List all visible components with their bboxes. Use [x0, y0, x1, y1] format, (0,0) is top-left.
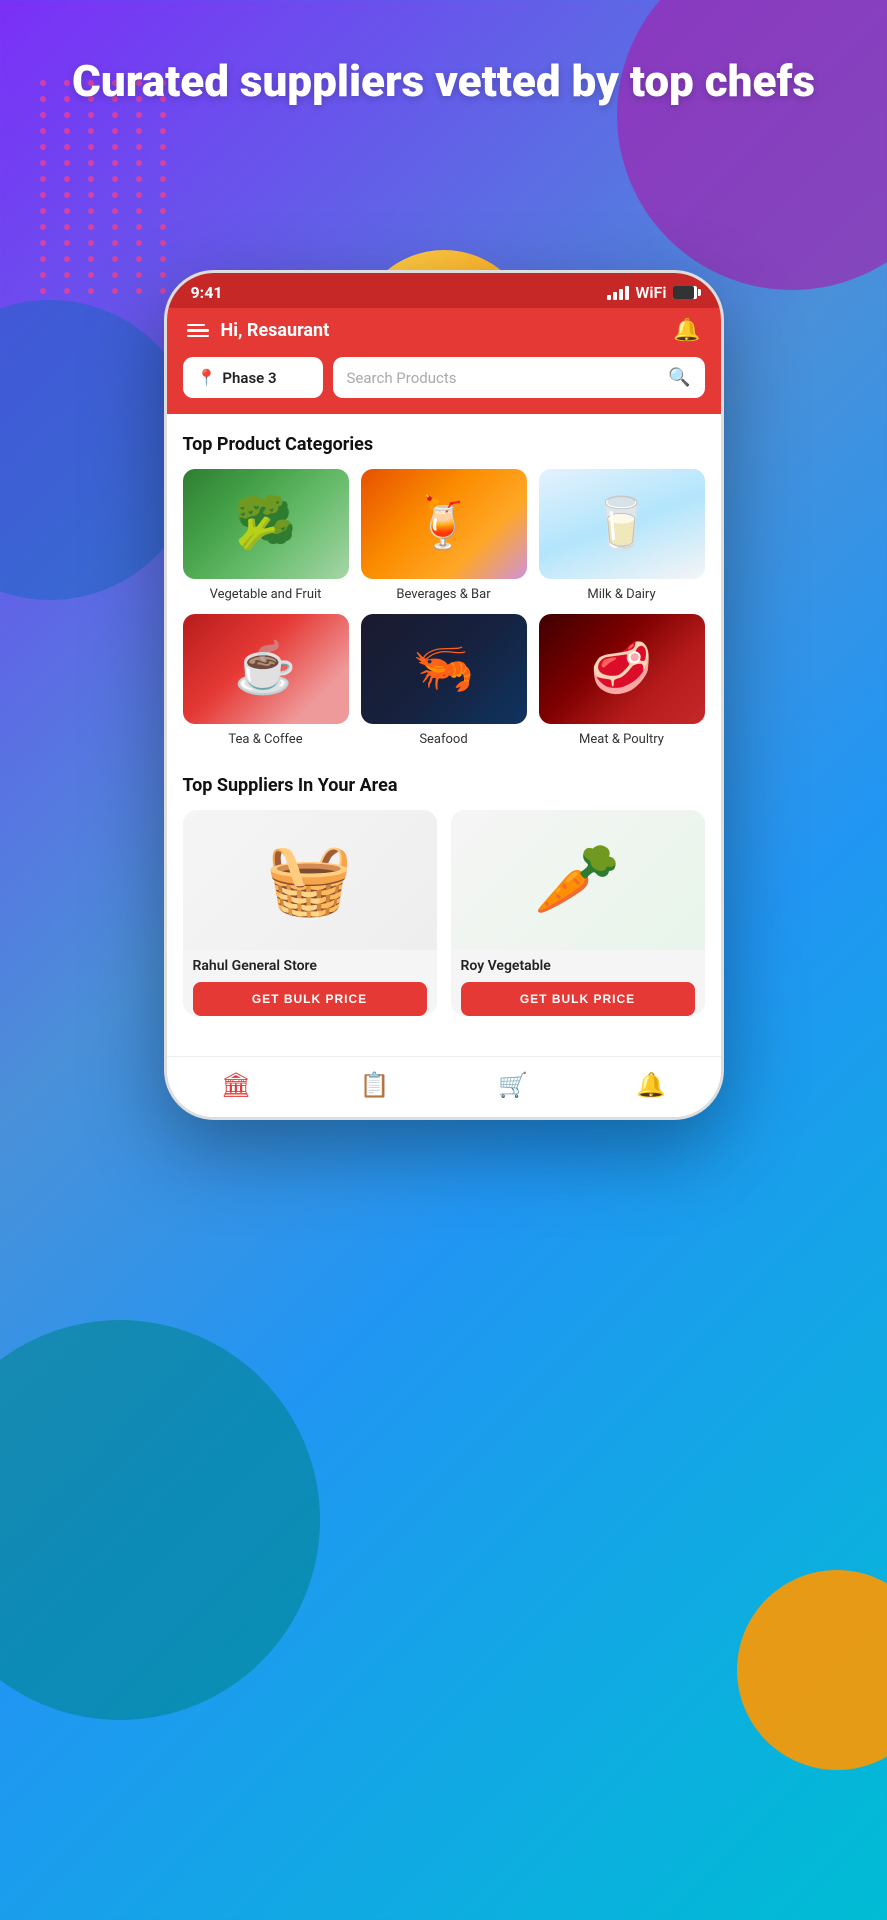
nav-item-profile[interactable]: 🔔 — [620, 1067, 682, 1103]
signal-bar-1 — [607, 295, 611, 300]
location-text: Phase 3 — [222, 369, 276, 387]
supplier-card-roy[interactable]: 🥕 Roy Vegetable GET BULK PRICE — [451, 810, 705, 1016]
headline-text: Curated suppliers vetted by top chefs — [0, 55, 887, 108]
profile-icon: 🔔 — [636, 1071, 666, 1099]
nav-item-home[interactable]: 🏛 — [205, 1067, 267, 1103]
category-img-meat: 🥩 — [539, 614, 705, 724]
suppliers-title: Top Suppliers In Your Area — [183, 775, 705, 796]
supplier-name-rahul: Rahul General Store — [193, 958, 427, 974]
suppliers-section: Top Suppliers In Your Area 🧺 Rahul Gener… — [183, 775, 705, 1016]
supplier-name-roy: Roy Vegetable — [461, 958, 695, 974]
bg-shape-orange — [737, 1570, 887, 1770]
app-header: Hi, Resaurant 🔔 — [167, 308, 721, 357]
pin-icon: 📍 — [197, 368, 217, 387]
signal-bar-4 — [625, 286, 629, 300]
nav-item-cart[interactable]: 🛒 — [482, 1067, 544, 1103]
ham-line-3 — [187, 335, 209, 338]
bulk-price-button-rahul[interactable]: GET BULK PRICE — [193, 982, 427, 1016]
bulk-price-button-roy[interactable]: GET BULK PRICE — [461, 982, 695, 1016]
phone: 9:41 WiFi — [164, 270, 724, 1120]
category-label-vegetables: Vegetable and Fruit — [210, 587, 322, 602]
category-label-meat: Meat & Poultry — [579, 732, 664, 747]
header-left: Hi, Resaurant — [187, 320, 330, 341]
battery-icon — [673, 286, 697, 299]
category-img-dairy: 🥛 — [539, 469, 705, 579]
header-greeting: Hi, Resaurant — [221, 320, 330, 341]
supplier-img-rahul: 🧺 — [183, 810, 437, 950]
wifi-icon: WiFi — [635, 283, 666, 302]
category-card-vegetables[interactable]: 🥦 Vegetable and Fruit — [183, 469, 349, 602]
bg-shape-purple — [617, 0, 887, 290]
status-icons: WiFi — [607, 283, 696, 302]
location-pill[interactable]: 📍 Phase 3 — [183, 357, 323, 398]
signal-bars — [607, 286, 629, 300]
main-content: Top Product Categories 🥦 Vegetable and F… — [167, 414, 721, 1056]
search-icon: 🔍 — [668, 367, 690, 388]
battery-fill — [673, 286, 695, 299]
headline: Curated suppliers vetted by top chefs — [0, 55, 887, 108]
search-placeholder-text: Search Products — [347, 369, 661, 387]
category-img-beverages: 🍹 — [361, 469, 527, 579]
category-img-vegetables: 🥦 — [183, 469, 349, 579]
bg-shape-teal — [0, 1320, 320, 1720]
status-bar: 9:41 WiFi — [167, 273, 721, 308]
bottom-nav: 🏛 📋 🛒 🔔 — [167, 1056, 721, 1117]
ham-line-2 — [187, 329, 209, 332]
status-time: 9:41 — [191, 283, 223, 302]
signal-bar-2 — [613, 292, 617, 300]
supplier-card-rahul[interactable]: 🧺 Rahul General Store GET BULK PRICE — [183, 810, 437, 1016]
hamburger-menu[interactable] — [187, 324, 209, 338]
search-bar[interactable]: Search Products 🔍 — [333, 357, 705, 398]
category-card-meat[interactable]: 🥩 Meat & Poultry — [539, 614, 705, 747]
signal-bar-3 — [619, 289, 623, 300]
orders-icon: 📋 — [360, 1071, 390, 1099]
category-card-dairy[interactable]: 🥛 Milk & Dairy — [539, 469, 705, 602]
home-icon: 🏛 — [221, 1071, 251, 1099]
category-label-beverages: Beverages & Bar — [396, 587, 490, 602]
category-img-seafood: 🦐 — [361, 614, 527, 724]
supplier-info-rahul: Rahul General Store GET BULK PRICE — [183, 950, 437, 1016]
category-card-beverages[interactable]: 🍹 Beverages & Bar — [361, 469, 527, 602]
category-label-seafood: Seafood — [419, 732, 467, 747]
categories-title: Top Product Categories — [183, 434, 705, 455]
nav-item-orders[interactable]: 📋 — [344, 1067, 406, 1103]
search-row: 📍 Phase 3 Search Products 🔍 — [167, 357, 721, 414]
supplier-info-roy: Roy Vegetable GET BULK PRICE — [451, 950, 705, 1016]
bg-dots: document.currentScript.insertAdjacentHTM… — [40, 80, 160, 360]
bell-icon[interactable]: 🔔 — [673, 318, 700, 343]
category-img-tea: ☕ — [183, 614, 349, 724]
category-card-seafood[interactable]: 🦐 Seafood — [361, 614, 527, 747]
cart-icon: 🛒 — [498, 1071, 528, 1099]
categories-grid: 🥦 Vegetable and Fruit 🍹 Beverages & Bar … — [183, 469, 705, 747]
category-label-tea: Tea & Coffee — [228, 732, 302, 747]
phone-wrapper: 9:41 WiFi — [164, 270, 724, 1120]
suppliers-grid: 🧺 Rahul General Store GET BULK PRICE 🥕 R… — [183, 810, 705, 1016]
category-label-dairy: Milk & Dairy — [587, 587, 655, 602]
categories-section: Top Product Categories 🥦 Vegetable and F… — [183, 434, 705, 747]
supplier-img-roy: 🥕 — [451, 810, 705, 950]
ham-line-1 — [187, 324, 205, 327]
category-card-tea[interactable]: ☕ Tea & Coffee — [183, 614, 349, 747]
